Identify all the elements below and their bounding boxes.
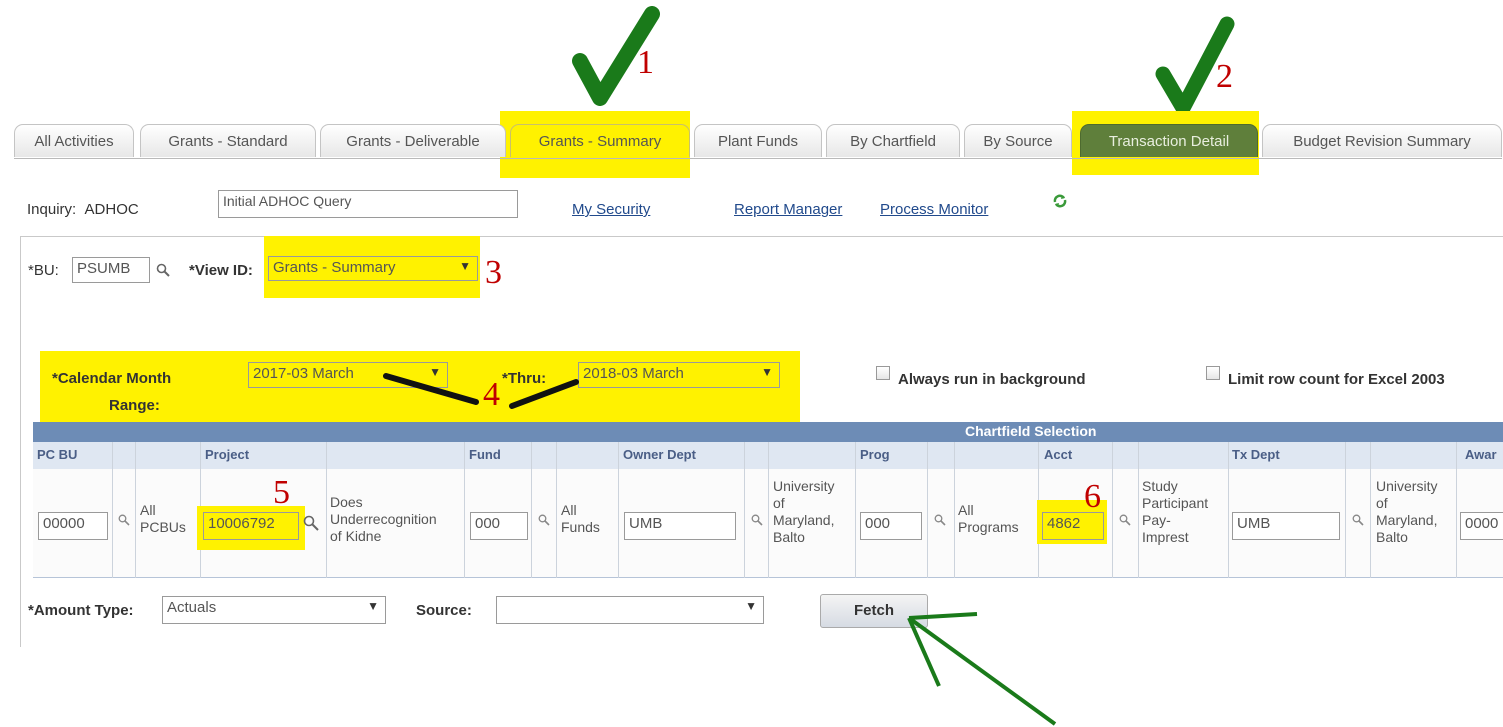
view-id-label: *View ID: xyxy=(189,262,253,279)
grid-divider xyxy=(1228,442,1229,578)
amount-type-label: *Amount Type: xyxy=(28,602,134,619)
header-pc-bu: PC BU xyxy=(37,447,78,462)
thru-month-select[interactable]: 2018-03 March ▼ xyxy=(578,362,780,388)
grid-divider xyxy=(618,442,619,578)
grid-divider xyxy=(531,442,532,578)
project-lookup-icon[interactable] xyxy=(303,515,319,531)
acct-field[interactable]: 4862 xyxy=(1042,512,1104,540)
tab-grants-deliverable[interactable]: Grants - Deliverable xyxy=(320,124,506,157)
grid-divider xyxy=(768,442,769,578)
refresh-icon[interactable] xyxy=(1052,193,1068,209)
tab-budget-revision-summary[interactable]: Budget Revision Summary xyxy=(1262,124,1502,157)
pcbu-description: All PCBUs xyxy=(140,502,186,535)
header-project: Project xyxy=(205,447,250,462)
tab-grants-standard[interactable]: Grants - Standard xyxy=(140,124,316,157)
prog-lookup-icon[interactable] xyxy=(934,514,946,526)
lookup-icon[interactable] xyxy=(156,263,170,277)
my-security-link[interactable]: My Security xyxy=(572,201,650,218)
annotation-2: 2 xyxy=(1216,58,1233,95)
view-id-select[interactable]: Grants - Summary ▼ xyxy=(268,256,478,281)
project-description: Does Underrecognition of Kidne xyxy=(330,494,437,544)
header-award: Awar xyxy=(1465,447,1497,462)
owner-dept-field[interactable]: UMB xyxy=(624,512,736,540)
annotation-1: 1 xyxy=(637,44,654,81)
grid-divider xyxy=(556,442,557,578)
owner-dept-lookup-icon[interactable] xyxy=(751,514,763,526)
tx-dept-description: University of Maryland, Balto xyxy=(1376,478,1438,545)
arrow-icon xyxy=(907,612,1057,726)
always-background-checkbox[interactable] xyxy=(876,366,890,380)
inquiry-value: ADHOC xyxy=(84,201,139,218)
tx-dept-lookup-icon[interactable] xyxy=(1352,514,1364,526)
prog-field[interactable]: 000 xyxy=(860,512,922,540)
grid-divider xyxy=(112,442,113,578)
annotation-4: 4 xyxy=(483,376,500,413)
source-label: Source: xyxy=(416,602,472,619)
pcbu-field[interactable]: 00000 xyxy=(38,512,108,540)
fund-description: All Funds xyxy=(561,502,600,535)
header-tx-dept: Tx Dept xyxy=(1232,447,1280,462)
calendar-range-label: Range: xyxy=(109,397,160,414)
grid-divider xyxy=(1456,442,1457,578)
tab-transaction-detail[interactable]: Transaction Detail xyxy=(1080,124,1258,157)
annotation-arrows xyxy=(383,373,579,409)
annotation-5: 5 xyxy=(273,474,290,511)
bu-field[interactable]: PSUMB xyxy=(72,257,150,283)
inquiry-description-field[interactable]: Initial ADHOC Query xyxy=(218,190,518,218)
calendar-month-label: *Calendar Month xyxy=(52,370,172,387)
grid-divider xyxy=(464,442,465,578)
prog-description: All Programs xyxy=(958,502,1019,535)
always-background-label: Always run in background xyxy=(898,371,1086,388)
header-acct: Acct xyxy=(1044,447,1073,462)
tab-bar: All Activities Grants - Standard Grants … xyxy=(14,124,1502,159)
process-monitor-link[interactable]: Process Monitor xyxy=(880,201,988,218)
amount-type-select[interactable]: Actuals ▼ xyxy=(162,596,386,624)
report-manager-link[interactable]: Report Manager xyxy=(734,201,842,218)
inquiry-label: Inquiry: ADHOC xyxy=(27,201,139,218)
pcbu-lookup-icon[interactable] xyxy=(118,514,130,526)
header-owner-dept: Owner Dept xyxy=(623,447,696,462)
grid-divider xyxy=(1345,442,1346,578)
award-field[interactable]: 0000 xyxy=(1460,512,1503,540)
grid-divider xyxy=(1112,442,1113,578)
tx-dept-field[interactable]: UMB xyxy=(1232,512,1340,540)
grid-divider xyxy=(927,442,928,578)
grid-divider xyxy=(954,442,955,578)
acct-description: Study Participant Pay- Imprest xyxy=(1142,478,1209,545)
tab-all-activities[interactable]: All Activities xyxy=(14,124,134,157)
owner-dept-description: University of Maryland, Balto xyxy=(773,478,835,545)
tab-by-source[interactable]: By Source xyxy=(964,124,1072,157)
header-prog: Prog xyxy=(860,447,890,462)
grid-divider xyxy=(326,442,327,578)
limit-rows-checkbox[interactable] xyxy=(1206,366,1220,380)
grid-divider xyxy=(1138,442,1139,578)
fund-field[interactable]: 000 xyxy=(470,512,528,540)
header-fund: Fund xyxy=(469,447,501,462)
limit-rows-label: Limit row count for Excel 2003 xyxy=(1228,371,1445,388)
grid-divider xyxy=(855,442,856,578)
tab-grants-summary[interactable]: Grants - Summary xyxy=(510,124,690,157)
acct-lookup-icon[interactable] xyxy=(1119,514,1131,526)
grid-divider xyxy=(1370,442,1371,578)
tab-by-chartfield[interactable]: By Chartfield xyxy=(826,124,960,157)
annotation-6: 6 xyxy=(1084,478,1101,515)
fund-lookup-icon[interactable] xyxy=(538,514,550,526)
project-field[interactable]: 10006792 xyxy=(203,512,299,540)
chartfield-selection-band: Chartfield Selection xyxy=(33,422,1503,442)
tab-plant-funds[interactable]: Plant Funds xyxy=(694,124,822,157)
grid-divider xyxy=(744,442,745,578)
bu-label: *BU: xyxy=(28,262,59,279)
grid-divider xyxy=(135,442,136,578)
source-select[interactable]: ▼ xyxy=(496,596,764,624)
annotation-3: 3 xyxy=(485,254,502,291)
chartfield-selection-title: Chartfield Selection xyxy=(965,423,1097,439)
